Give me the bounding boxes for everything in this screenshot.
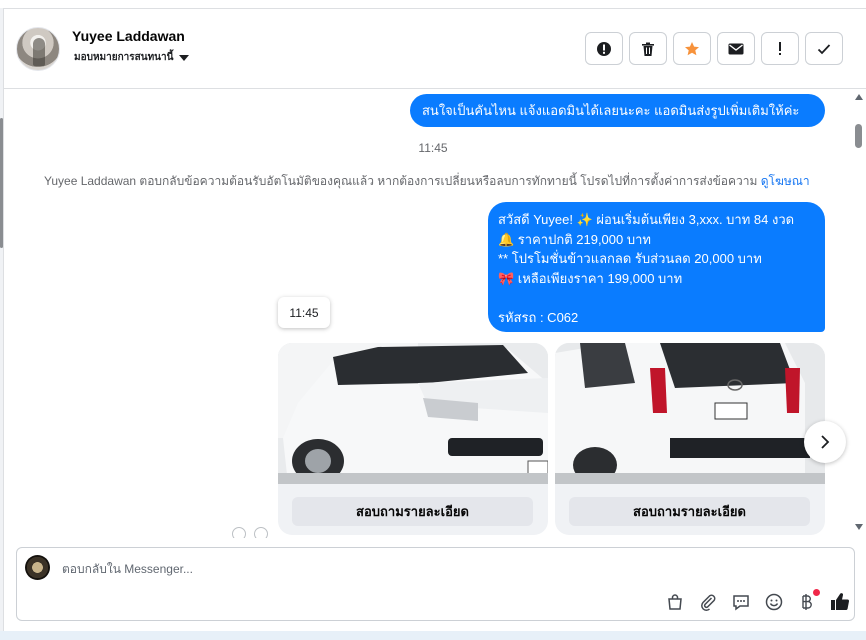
exclamation-icon <box>779 41 781 55</box>
thread-scrollbar[interactable] <box>853 90 866 538</box>
mark-done-button[interactable] <box>805 32 843 65</box>
promo-line: รหัสรถ : C062 <box>498 309 579 325</box>
contact-name[interactable]: Yuyee Laddawan <box>72 28 185 44</box>
auto-reply-notice: Yuyee Laddawan ตอบกลับข้อความต้อนรับอัตโ… <box>44 172 810 191</box>
message-timestamp: 11:45 <box>418 141 448 155</box>
contact-avatar[interactable] <box>16 27 60 71</box>
scroll-up-arrow-icon[interactable] <box>855 94 863 100</box>
chevron-right-icon <box>821 435 830 449</box>
ask-details-button[interactable]: สอบถามรายละเอียด <box>292 497 533 526</box>
hover-time-tooltip: 11:45 <box>278 297 330 328</box>
outgoing-promo-message: สวัสดี Yuyee! ✨ ผ่อนเริ่มต้นเพียง 3,xxx.… <box>488 202 825 332</box>
car-card: สอบถามรายละเอียด <box>555 343 825 535</box>
promo-line <box>498 288 815 308</box>
saved-replies-button[interactable] <box>731 592 751 612</box>
car-card: สอบถามรายละเอียด <box>278 343 548 535</box>
thumbs-up-icon <box>831 593 850 611</box>
star-icon <box>685 41 699 55</box>
left-scrollbar-thumb[interactable] <box>0 118 3 248</box>
scroll-down-arrow-icon[interactable] <box>855 524 863 530</box>
promo-line: สวัสดี Yuyee! ✨ ผ่อนเริ่มต้นเพียง 3,xxx.… <box>498 212 795 227</box>
reply-input[interactable] <box>62 560 662 578</box>
notification-dot <box>813 589 820 596</box>
car-photo-rear[interactable] <box>555 343 825 484</box>
composer-tools <box>665 589 850 612</box>
header-actions <box>585 32 843 65</box>
car-photo-front[interactable] <box>278 343 548 484</box>
mark-spam-button[interactable] <box>585 32 623 65</box>
promo-line: ** โปรโมชั่นข้าวแลกลด รับส่วนลด 20,000 บ… <box>498 251 762 266</box>
flag-button[interactable] <box>761 32 799 65</box>
scrollbar-thumb[interactable] <box>855 124 862 148</box>
promo-line: 🔔 ราคาปกติ 219,000 บาท <box>498 231 651 247</box>
view-ad-link[interactable]: ดูโฆษณา <box>761 174 810 188</box>
assign-label: มอบหมายการสนทนานี้ <box>74 52 174 63</box>
checkmark-icon <box>817 43 831 54</box>
trash-icon <box>642 42 654 56</box>
messenger-inbox: Yuyee Laddawan มอบหมายการสนทนานี้ สนใจเป… <box>0 0 866 640</box>
envelope-icon <box>728 43 744 54</box>
chat-bubble-icon <box>733 595 749 611</box>
emoji-button[interactable] <box>764 592 784 612</box>
payment-button[interactable] <box>797 589 820 612</box>
mark-unread-button[interactable] <box>717 32 755 65</box>
paperclip-icon <box>701 594 716 611</box>
ask-details-button[interactable]: สอบถามรายละเอียด <box>569 497 810 526</box>
attach-button[interactable] <box>698 592 718 612</box>
shopping-bag-icon <box>668 594 682 610</box>
delete-button[interactable] <box>629 32 667 65</box>
star-button[interactable] <box>673 32 711 65</box>
caret-down-icon <box>179 54 190 61</box>
shop-button[interactable] <box>665 592 685 612</box>
conversation-header: Yuyee Laddawan มอบหมายการสนทนานี้ <box>4 9 866 89</box>
page-footer-band <box>0 631 866 640</box>
alert-circle-icon <box>597 41 611 56</box>
promo-line: 🎀 เหลือเพียงราคา 199,000 บาท <box>498 270 683 286</box>
like-button[interactable] <box>830 592 850 612</box>
outgoing-message: สนใจเป็นคันไหน แจ้งแอดมินได้เลยนะคะ แอดม… <box>410 94 825 127</box>
message-reactions <box>232 527 268 538</box>
smiley-react-icon[interactable] <box>254 527 268 538</box>
carousel-next-button[interactable] <box>804 421 846 463</box>
auto-reply-text: Yuyee Laddawan ตอบกลับข้อความต้อนรับอัตโ… <box>44 174 758 188</box>
message-thread[interactable]: สนใจเป็นคันไหน แจ้งแอดมินได้เลยนะคะ แอดม… <box>4 90 854 538</box>
smiley-icon <box>765 593 783 611</box>
assign-conversation-dropdown[interactable]: มอบหมายการสนทนานี้ <box>74 50 190 65</box>
message-composer <box>16 547 855 621</box>
baht-icon <box>802 594 812 610</box>
share-icon[interactable] <box>232 527 246 538</box>
page-avatar <box>25 555 50 580</box>
